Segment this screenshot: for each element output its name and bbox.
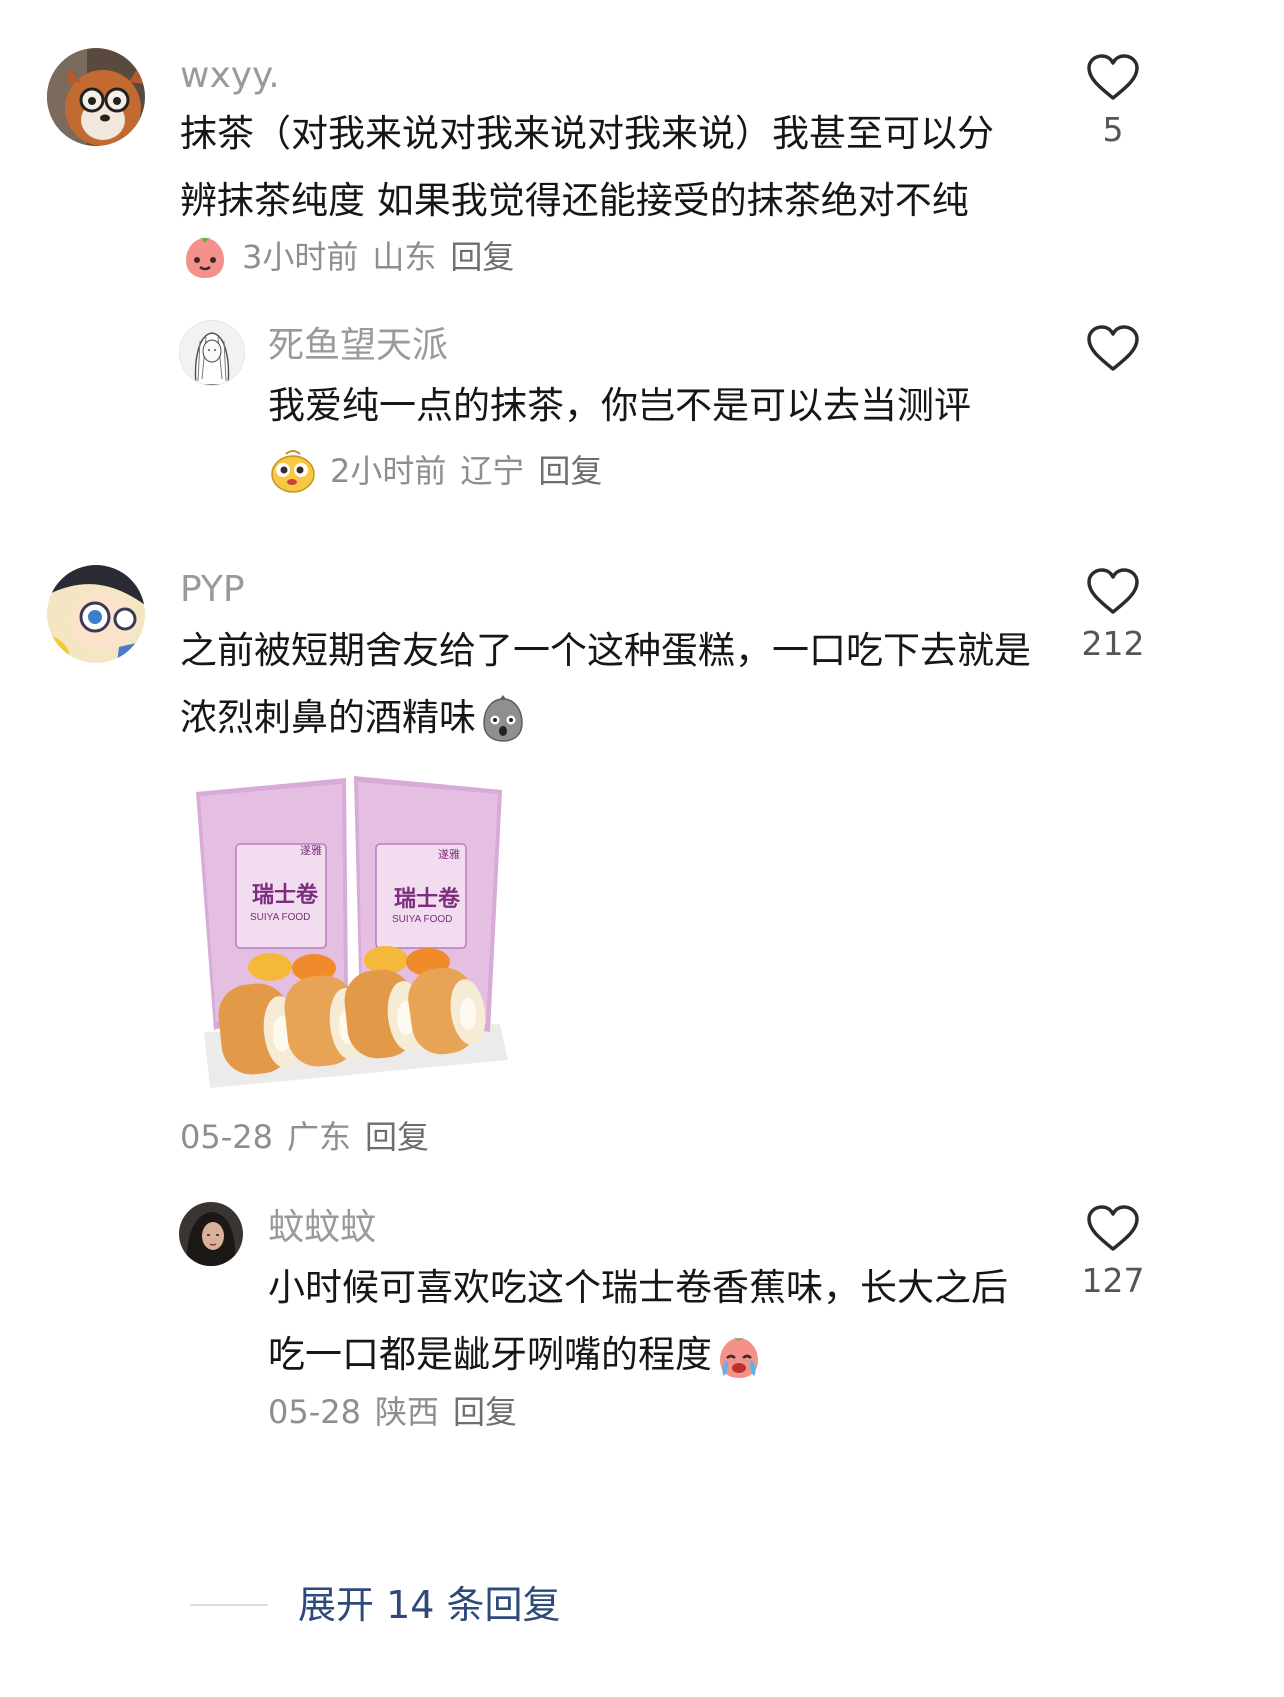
divider <box>190 1604 268 1606</box>
like-button[interactable]: 5 <box>1058 54 1168 152</box>
comment-meta: 3小时前 山东 回复 <box>180 232 514 282</box>
comment-location: 山东 <box>372 238 437 276</box>
comment-text: 之前被短期舍友给了一个这种蛋糕，一口吃下去就是浓烈刺鼻的酒精味 <box>180 617 1040 751</box>
comment-text: 抹茶（对我来说对我来说对我来说）我甚至可以分辨抹茶纯度 如果我觉得还能接受的抹茶… <box>180 112 994 222</box>
product-name-left: 瑞士卷 <box>252 882 319 907</box>
comment-username[interactable]: PYP <box>180 568 245 612</box>
dark-hair-woman-icon <box>179 1202 243 1266</box>
like-button[interactable]: 127 <box>1058 1205 1168 1303</box>
comment-username[interactable]: 蚊蚊蚊 <box>268 1206 376 1250</box>
swiss-roll-product-photo: 遂雅 瑞士卷 SUIYA FOOD 遂雅 瑞士卷 SUIYA FOOD <box>190 762 514 1102</box>
comment-text-body: 之前被短期舍友给了一个这种蛋糕，一口吃下去就是浓烈刺鼻的酒精味 <box>180 629 1031 739</box>
like-count: 5 <box>1102 110 1124 149</box>
like-button[interactable]: 212 <box>1058 568 1168 666</box>
comment-meta: 05-28 陕西 回复 <box>268 1390 517 1434</box>
reply-button[interactable]: 回复 <box>365 1115 429 1159</box>
comment-text: 小时候可喜欢吃这个瑞士卷香蕉味，长大之后吃一口都是龇牙咧嘴的程度 <box>268 1254 1028 1388</box>
comment-time: 2小时前 <box>330 452 447 490</box>
reply-button[interactable]: 回复 <box>538 449 602 493</box>
avatar[interactable] <box>179 1202 243 1266</box>
comment-username[interactable]: 死鱼望天派 <box>268 324 448 368</box>
yellow-blob-sticker-icon <box>271 450 315 493</box>
comment-location: 陕西 <box>374 1393 439 1431</box>
comment-time: 05-28 <box>268 1393 361 1431</box>
comment-image[interactable]: 遂雅 瑞士卷 SUIYA FOOD 遂雅 瑞士卷 SUIYA FOOD <box>190 762 514 1102</box>
comment-time: 3小时前 <box>242 238 359 276</box>
expand-replies-button[interactable]: 展开 14 条回复 <box>190 1582 561 1628</box>
shocked-gray-blob-icon <box>483 694 523 742</box>
comment-meta: 05-28 广东 回复 <box>180 1115 429 1159</box>
like-count: 127 <box>1081 1261 1145 1300</box>
comment-location: 辽宁 <box>460 452 525 490</box>
avatar[interactable] <box>47 565 145 663</box>
comment-text-body: 小时候可喜欢吃这个瑞士卷香蕉味，长大之后吃一口都是龇牙咧嘴的程度 <box>268 1266 1008 1376</box>
reply-button[interactable]: 回复 <box>450 235 514 279</box>
comment-time: 05-28 <box>180 1118 273 1156</box>
heart-icon <box>1087 568 1139 614</box>
anime-boy-glasses-icon <box>47 565 145 663</box>
avatar[interactable] <box>179 320 245 386</box>
product-brand-en-right: SUIYA FOOD <box>392 914 452 925</box>
product-brand-right: 遂雅 <box>438 847 460 861</box>
like-count: 212 <box>1081 624 1145 663</box>
comment-username[interactable]: wxyy. <box>180 54 280 98</box>
heart-icon <box>1087 325 1139 371</box>
sketch-girl-icon <box>180 321 244 385</box>
comment-text: 我爱纯一点的抹茶，你岂不是可以去当测评 <box>268 384 971 427</box>
comment-location: 广东 <box>286 1118 351 1156</box>
heart-icon <box>1087 54 1139 100</box>
expand-replies-label: 展开 14 条回复 <box>298 1583 561 1627</box>
reply-button[interactable]: 回复 <box>453 1390 517 1434</box>
squirrel-with-glasses-icon <box>47 48 145 146</box>
peach-face-sticker-icon <box>186 236 224 278</box>
product-brand-left: 遂雅 <box>300 843 322 857</box>
avatar[interactable] <box>47 48 145 146</box>
product-brand-en-left: SUIYA FOOD <box>250 912 310 923</box>
comment-meta: 2小时前 辽宁 回复 <box>268 446 602 496</box>
crying-peach-icon <box>720 1335 758 1378</box>
like-button[interactable] <box>1058 325 1168 373</box>
heart-icon <box>1087 1205 1139 1251</box>
product-name-right: 瑞士卷 <box>394 886 461 911</box>
